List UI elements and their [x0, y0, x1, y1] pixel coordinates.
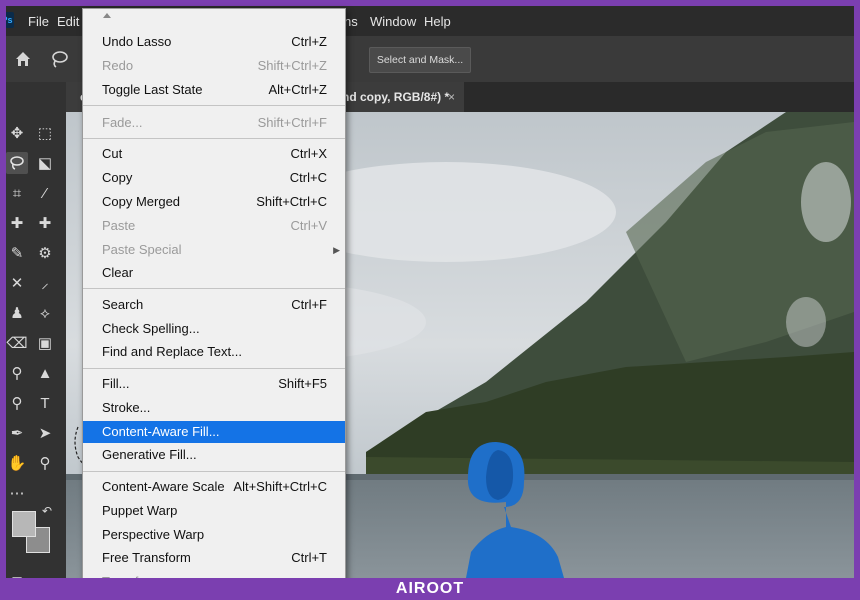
gradient-icon[interactable]: ▣ [34, 332, 56, 354]
menu-item-check-spelling[interactable]: Check Spelling... [83, 318, 345, 340]
clone-stamp-icon[interactable]: ⚙ [34, 242, 56, 264]
pen-tool-icon[interactable]: ✒ [6, 422, 28, 444]
menu-item-search[interactable]: Search Ctrl+F [83, 294, 345, 316]
lasso-preset-icon[interactable] [50, 50, 70, 68]
menu-item-generative-fill[interactable]: Generative Fill... [83, 444, 345, 466]
menu-separator [83, 368, 345, 369]
hand-tool-icon[interactable]: ✋ [6, 452, 28, 474]
screen-mode-icon[interactable]: ▭ [34, 570, 56, 578]
menu-window[interactable]: Window [370, 14, 416, 29]
menu-item-undo[interactable]: Undo Lasso Ctrl+Z [83, 31, 345, 53]
dodge-tool-icon[interactable]: ⚲ [6, 392, 28, 414]
menu-item-perspective-warp[interactable]: Perspective Warp [83, 524, 345, 546]
scroll-up-arrow-icon[interactable] [103, 13, 111, 18]
type-tool-icon[interactable]: T [34, 392, 56, 414]
foreground-color-swatch[interactable] [12, 511, 36, 537]
menu-edit[interactable]: Edit [57, 14, 79, 29]
object-selection-icon[interactable]: ⬕ [34, 152, 56, 174]
submenu-arrow-icon: ▶ [333, 245, 340, 255]
menu-filters-fragment[interactable]: ns [344, 14, 358, 29]
menu-item-content-aware-fill[interactable]: Content-Aware Fill... [83, 421, 345, 443]
history-brush-icon[interactable]: ✕ [6, 272, 28, 294]
brush-tool-icon[interactable]: ✎ [6, 242, 28, 264]
menu-separator [83, 105, 345, 106]
menu-item-cut[interactable]: Cut Ctrl+X [83, 143, 345, 165]
eraser-icon[interactable]: ⌫ [6, 332, 28, 354]
quick-mask-icon[interactable]: ◫ [6, 570, 28, 578]
menu-item-clear[interactable]: Clear [83, 262, 345, 284]
paint-brush-icon[interactable]: ⸝ [34, 272, 56, 294]
zoom-tool-icon[interactable]: ⚲ [34, 452, 56, 474]
path-select-icon[interactable]: ➤ [34, 422, 56, 444]
blur-tool-icon[interactable]: ⚲ [6, 362, 28, 384]
menu-item-paste-special: Paste Special ▶ [83, 239, 345, 261]
spot-healing-icon[interactable]: ✚ [6, 212, 28, 234]
watermark-text: AIROOT [395, 580, 465, 597]
edit-menu-dropdown: Undo Lasso Ctrl+Z Redo Shift+Ctrl+Z Toggle… [82, 8, 346, 586]
sharpen-icon[interactable]: ▲ [34, 362, 56, 384]
select-and-mask-button[interactable]: Select and Mask... [369, 47, 471, 73]
menu-item-stroke[interactable]: Stroke... [83, 397, 345, 419]
swap-colors-icon[interactable]: ↶ [40, 504, 54, 518]
menu-item-copy-merged[interactable]: Copy Merged Shift+Ctrl+C [83, 191, 345, 213]
menu-item-copy[interactable]: Copy Ctrl+C [83, 167, 345, 189]
lasso-tool-icon[interactable] [6, 152, 28, 174]
tab-close-icon[interactable]: × [448, 90, 455, 104]
menu-help[interactable]: Help [424, 14, 451, 29]
menu-item-find-replace[interactable]: Find and Replace Text... [83, 341, 345, 363]
bandage-icon[interactable]: ✚ [34, 212, 56, 234]
marquee-tool-icon[interactable]: ⬚ [34, 122, 56, 144]
tab-title: nd copy, RGB/8#) * [342, 90, 450, 104]
stamp-icon[interactable]: ♟ [6, 302, 28, 324]
more-tools-icon[interactable]: ⋯ [6, 482, 28, 504]
menu-separator [83, 138, 345, 139]
pattern-icon[interactable]: ⟡ [34, 302, 56, 324]
home-icon[interactable] [14, 50, 32, 68]
menu-item-puppet-warp[interactable]: Puppet Warp [83, 500, 345, 522]
eyedropper-icon[interactable]: ⁄ [34, 182, 56, 204]
menu-file[interactable]: File [28, 14, 49, 29]
menu-item-free-transform[interactable]: Free Transform Ctrl+T [83, 547, 345, 569]
menu-item-toggle-last-state[interactable]: Toggle Last State Alt+Ctrl+Z [83, 79, 345, 101]
tools-panel: ✥ ⬚ ⬕ ⌗ ⁄ ✚ ✚ ✎ ⚙ ✕ ⸝ ♟ ⟡ ⌫ ▣ ⚲ ▲ ⚲ T ✒ … [6, 82, 66, 578]
menu-item-fade: Fade... Shift+Ctrl+F [102, 115, 327, 130]
menu-separator [83, 471, 345, 472]
photoshop-logo: Ps [6, 12, 14, 28]
menu-separator [83, 288, 345, 289]
crop-tool-icon[interactable]: ⌗ [6, 182, 28, 204]
menu-item-redo: Redo Shift+Ctrl+Z [102, 58, 327, 73]
menu-item-content-aware-scale[interactable]: Content-Aware Scale Alt+Shift+Ctrl+C [83, 476, 345, 498]
menu-item-fill[interactable]: Fill... Shift+F5 [83, 373, 345, 395]
menu-item-paste: Paste Ctrl+V [102, 218, 327, 233]
move-tool-icon[interactable]: ✥ [6, 122, 28, 144]
